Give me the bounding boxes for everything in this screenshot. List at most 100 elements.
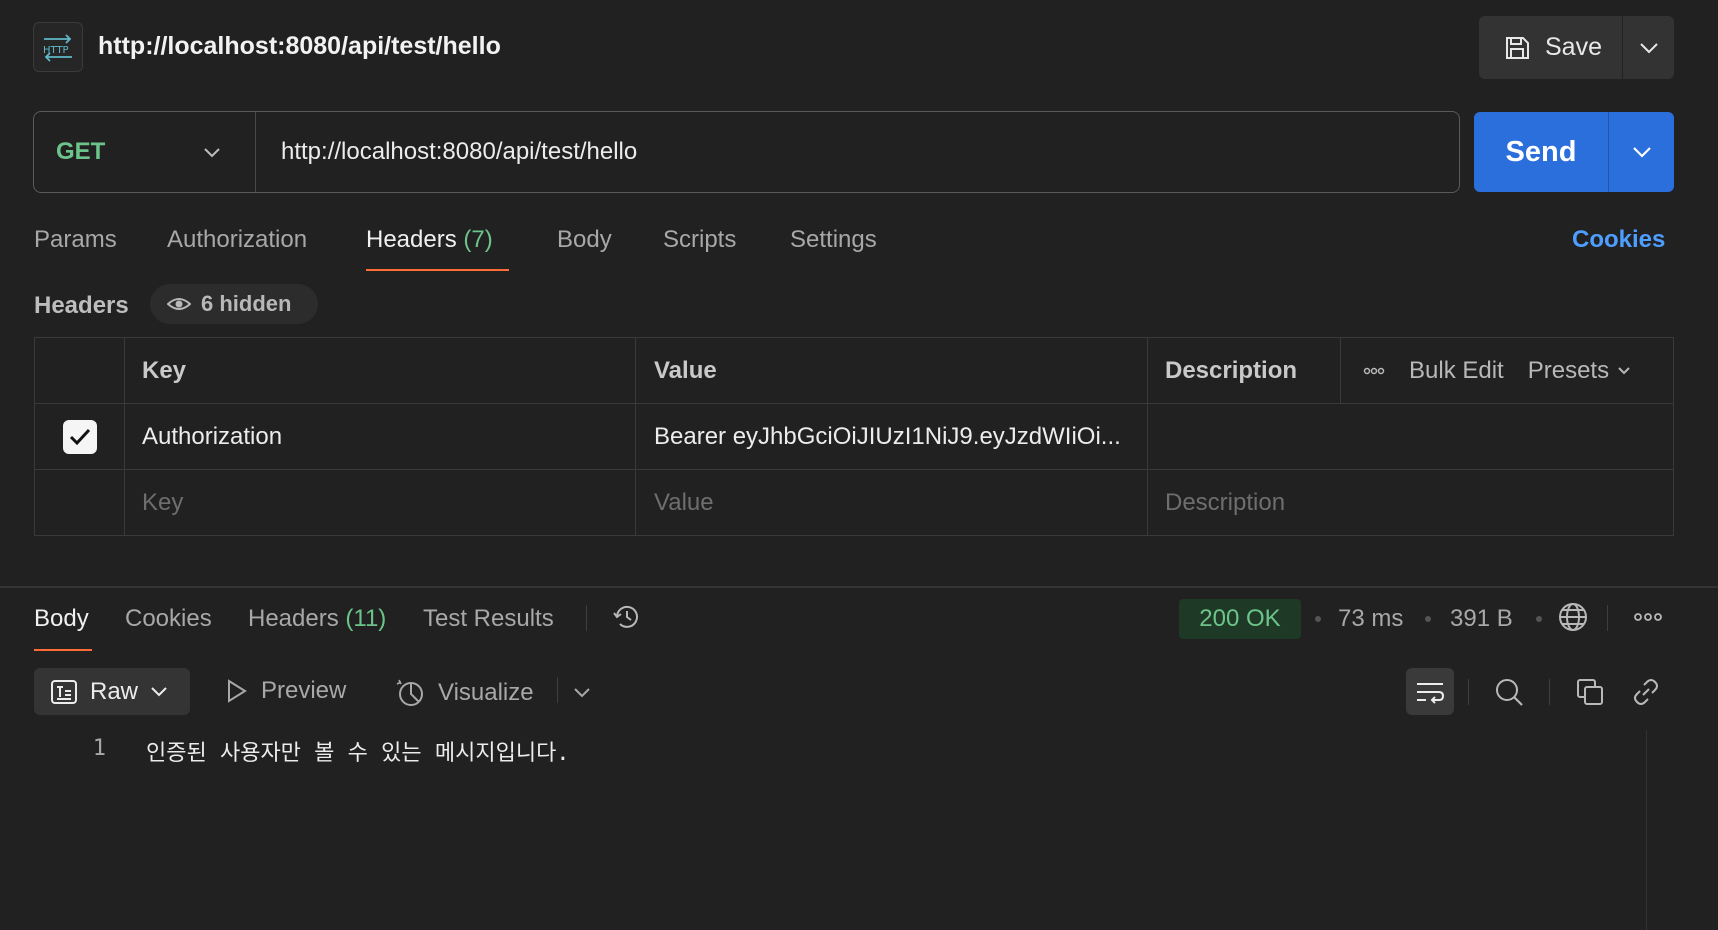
copy-icon[interactable] [1574, 676, 1606, 708]
table-header-row: Key Value Description Bulk Edit Presets [35, 338, 1673, 404]
url-input[interactable] [256, 112, 1459, 192]
headers-section-title: Headers [34, 292, 129, 319]
preview-button[interactable]: Preview [225, 677, 346, 705]
divider [1549, 679, 1550, 705]
more-icon[interactable] [1632, 601, 1664, 633]
send-button-group: Send [1474, 112, 1674, 192]
svg-text:HTTP: HTTP [43, 45, 69, 56]
tab-label: Authorization [167, 226, 308, 253]
tab-count: (11) [345, 605, 387, 632]
chevron-down-icon [1617, 366, 1631, 375]
pane-divider[interactable] [0, 586, 1718, 588]
separator-dot [1425, 616, 1431, 622]
separator-dot [1315, 616, 1321, 622]
editor-scrollbar-track[interactable] [1646, 730, 1647, 930]
divider [1607, 605, 1608, 631]
table-row: Authorization Bearer eyJhbGciOiJIUzI1NiJ… [35, 404, 1673, 470]
tab-label: Scripts [663, 226, 737, 253]
tab-label: Headers [248, 605, 339, 632]
eye-icon [167, 296, 191, 312]
send-options-button[interactable] [1609, 112, 1674, 192]
description-placeholder[interactable]: Description [1148, 470, 1674, 536]
save-button[interactable]: Save [1479, 16, 1623, 79]
link-icon[interactable] [1630, 676, 1662, 708]
chevron-down-icon [203, 147, 221, 158]
save-label: Save [1545, 33, 1602, 61]
divider [586, 605, 587, 631]
response-tab-test-results[interactable]: Test Results [423, 605, 554, 633]
tab-label: Body [557, 226, 612, 253]
presets-label: Presets [1527, 356, 1610, 384]
line-number: 1 [92, 736, 106, 761]
check-icon [68, 427, 92, 447]
active-response-tab-indicator [34, 649, 92, 651]
header-cell-check [35, 338, 125, 403]
chevron-down-icon [1632, 146, 1652, 158]
column-header-value: Value [636, 338, 1148, 403]
value-placeholder[interactable]: Value [636, 470, 1148, 536]
save-icon [1503, 34, 1531, 62]
send-button[interactable]: Send [1474, 112, 1609, 192]
divider [557, 677, 558, 703]
column-header-description: Description [1148, 338, 1341, 403]
save-options-button[interactable] [1623, 16, 1674, 79]
row-checkbox-cell [35, 404, 125, 469]
tab-label: Settings [790, 226, 877, 253]
hidden-headers-toggle[interactable]: 6 hidden [150, 284, 318, 324]
active-tab-indicator [366, 269, 509, 271]
tab-settings[interactable]: Settings [790, 226, 877, 254]
chevron-down-icon [150, 686, 168, 697]
cookies-link[interactable]: Cookies [1572, 226, 1665, 254]
method-select[interactable]: GET [34, 112, 256, 192]
tab-params[interactable]: Params [34, 226, 117, 254]
header-description[interactable] [1148, 404, 1674, 469]
response-body-line[interactable]: 인증된 사용자만 볼 수 있는 메시지입니다. [146, 735, 570, 767]
header-key[interactable]: Authorization [125, 404, 636, 469]
tab-headers[interactable]: Headers (7) [366, 226, 493, 254]
header-value[interactable]: Bearer eyJhbGciOiJIUzI1NiJ9.eyJzdWIiOi..… [636, 404, 1148, 469]
http-icon: HTTP [33, 22, 83, 72]
visualize-icon [394, 677, 426, 709]
tab-scripts[interactable]: Scripts [663, 226, 736, 254]
history-icon[interactable] [611, 601, 643, 633]
format-select[interactable]: Raw [34, 668, 190, 715]
tab-authorization[interactable]: Authorization [167, 226, 307, 254]
separator-dot [1536, 616, 1542, 622]
globe-icon[interactable] [1557, 601, 1589, 633]
chevron-down-icon [1639, 42, 1659, 54]
row-checkbox[interactable] [62, 419, 97, 454]
response-time[interactable]: 73 ms [1338, 605, 1403, 633]
tab-label: Params [34, 226, 117, 253]
visualize-button[interactable]: Visualize [394, 677, 534, 709]
search-icon[interactable] [1493, 676, 1525, 708]
bulk-edit-button[interactable]: Bulk Edit [1409, 357, 1504, 385]
visualize-options-button[interactable] [566, 676, 598, 708]
response-tab-headers[interactable]: Headers (11) [248, 605, 386, 633]
wrap-lines-button[interactable] [1406, 668, 1454, 715]
request-title[interactable]: http://localhost:8080/api/test/hello [98, 32, 501, 61]
tab-count: (7) [463, 226, 493, 253]
wrap-lines-icon [1415, 680, 1445, 704]
tab-body[interactable]: Body [557, 226, 612, 254]
response-tab-body[interactable]: Body [34, 605, 89, 633]
save-button-group: Save [1479, 16, 1674, 79]
play-icon [225, 678, 249, 704]
format-label: Raw [90, 677, 139, 705]
visualize-label: Visualize [438, 679, 534, 706]
more-icon[interactable] [1363, 367, 1385, 375]
table-actions: Bulk Edit Presets [1341, 338, 1674, 403]
method-label: GET [56, 138, 106, 165]
column-header-key: Key [125, 338, 636, 403]
response-tab-cookies[interactable]: Cookies [125, 605, 212, 633]
url-bar: GET [33, 111, 1460, 193]
table-row-empty: Key Value Description [35, 470, 1673, 536]
chevron-down-icon [573, 687, 591, 698]
status-badge[interactable]: 200 OK [1179, 599, 1301, 639]
row-checkbox-cell [35, 470, 125, 536]
divider [1468, 679, 1469, 705]
hidden-count: 6 hidden [201, 291, 292, 316]
tab-label: Headers [366, 226, 457, 253]
presets-dropdown[interactable]: Presets [1528, 357, 1631, 385]
response-size[interactable]: 391 B [1450, 605, 1513, 633]
key-placeholder[interactable]: Key [125, 470, 636, 536]
